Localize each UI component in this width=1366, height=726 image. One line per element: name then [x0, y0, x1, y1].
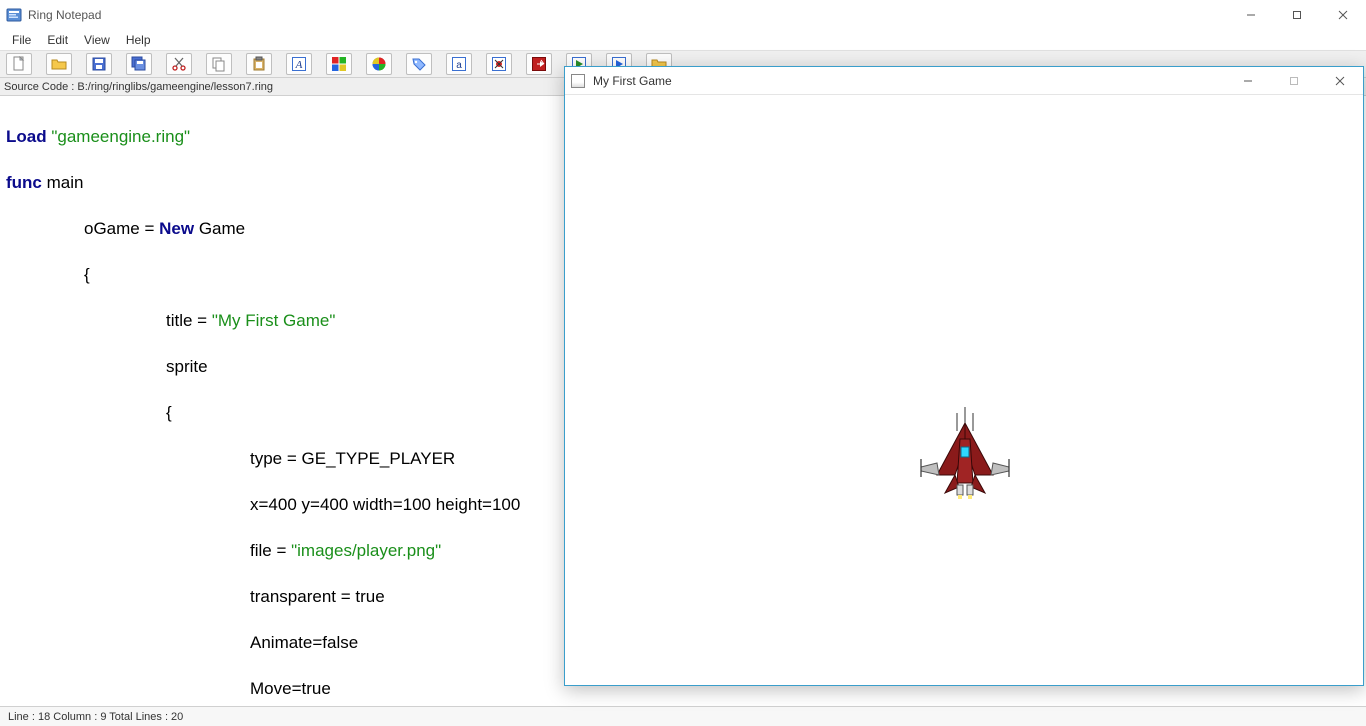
tag-button[interactable] [406, 53, 432, 75]
source-path-label: Source Code : B:/ring/ringlibs/gameengin… [4, 81, 273, 93]
game-window-controls [1225, 67, 1363, 95]
game-window: My First Game [564, 66, 1364, 686]
game-close-button[interactable] [1317, 67, 1363, 95]
str-file: "images/player.png" [291, 541, 441, 560]
code-file: file = [250, 541, 291, 560]
svg-text:a: a [456, 60, 462, 71]
save-button[interactable] [86, 53, 112, 75]
font-button[interactable]: A [286, 53, 312, 75]
str-gameload: "gameengine.ring" [51, 127, 190, 146]
link-button[interactable]: a [446, 53, 472, 75]
svg-text:A: A [295, 59, 303, 71]
titlebar-left: Ring Notepad [6, 7, 101, 23]
kw-new: New [159, 219, 199, 238]
app-icon [6, 7, 22, 23]
kw-load: Load [6, 127, 51, 146]
kw-func: func [6, 173, 47, 192]
status-text: Line : 18 Column : 9 Total Lines : 20 [8, 711, 183, 723]
stop-button[interactable] [526, 53, 552, 75]
maximize-button[interactable] [1274, 0, 1320, 30]
game-app-icon [571, 74, 585, 88]
game-titlebar-left: My First Game [571, 74, 672, 88]
game-minimize-button[interactable] [1225, 67, 1271, 95]
game-titlebar[interactable]: My First Game [565, 67, 1363, 95]
new-file-button[interactable] [6, 53, 32, 75]
cut-button[interactable] [166, 53, 192, 75]
window-controls [1228, 0, 1366, 30]
player-sprite [915, 405, 1015, 505]
save-all-button[interactable] [126, 53, 152, 75]
copy-button[interactable] [206, 53, 232, 75]
color-wheel-button[interactable] [366, 53, 392, 75]
menu-file[interactable]: File [4, 31, 39, 49]
paste-button[interactable] [246, 53, 272, 75]
titlebar: Ring Notepad [0, 0, 1366, 30]
app-title: Ring Notepad [28, 8, 101, 22]
menu-edit[interactable]: Edit [39, 31, 76, 49]
close-button[interactable] [1320, 0, 1366, 30]
open-file-button[interactable] [46, 53, 72, 75]
debug-button[interactable] [486, 53, 512, 75]
menubar: File Edit View Help [0, 30, 1366, 50]
code-ogame: oGame = [84, 219, 159, 238]
colors-button[interactable] [326, 53, 352, 75]
game-title: My First Game [593, 74, 672, 88]
minimize-button[interactable] [1228, 0, 1274, 30]
code-title: title = [166, 311, 212, 330]
menu-help[interactable]: Help [118, 31, 159, 49]
game-canvas[interactable] [565, 95, 1363, 685]
menu-view[interactable]: View [76, 31, 118, 49]
func-name: main [47, 173, 84, 192]
statusbar: Line : 18 Column : 9 Total Lines : 20 [0, 706, 1366, 726]
game-maximize-button[interactable] [1271, 67, 1317, 95]
str-title: "My First Game" [212, 311, 336, 330]
class-game: Game [199, 219, 245, 238]
